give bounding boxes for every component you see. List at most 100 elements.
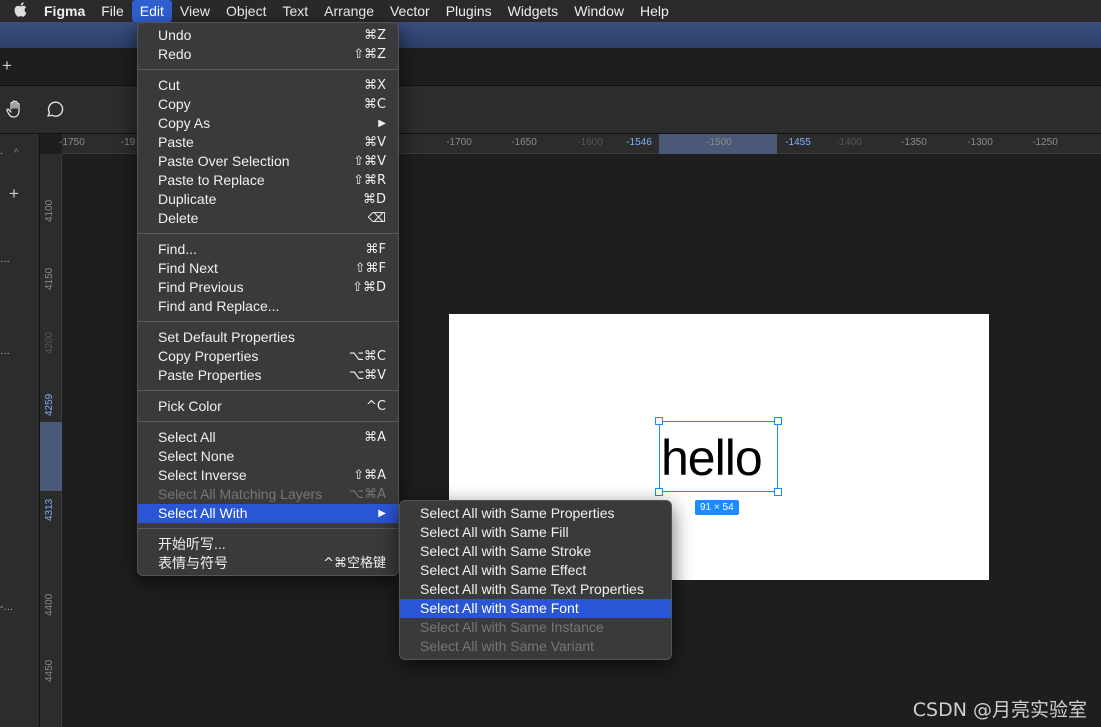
menu-item-duplicate[interactable]: Duplicate ⌘D	[138, 190, 398, 209]
menu-item-label: Redo	[158, 46, 192, 62]
menu-item-label: Select All	[158, 429, 216, 445]
resize-handle[interactable]	[774, 417, 782, 425]
submenu-item-same-text-properties[interactable]: Select All with Same Text Properties	[400, 580, 671, 599]
menu-item-pick-color[interactable]: Pick Color ^C	[138, 397, 398, 416]
menu-text[interactable]: Text	[274, 0, 316, 22]
menu-figma[interactable]: Figma	[40, 0, 93, 22]
menu-item-paste[interactable]: Paste ⌘V	[138, 133, 398, 152]
menu-object[interactable]: Object	[218, 0, 274, 22]
menu-item-label: Find...	[158, 241, 197, 257]
shortcut: ^C	[366, 399, 386, 414]
menu-item-redo[interactable]: Redo ⇧⌘Z	[138, 45, 398, 64]
shortcut: ^⌘空格键	[323, 556, 386, 571]
shortcut: ⇧⌘D	[352, 280, 386, 295]
menu-item-label: Duplicate	[158, 191, 217, 207]
menu-item-select-inverse[interactable]: Select Inverse ⇧⌘A	[138, 466, 398, 485]
menu-window[interactable]: Window	[566, 0, 632, 22]
menu-item-label: Select All With	[158, 505, 248, 521]
ruler-tick: -1500	[706, 137, 732, 148]
ellipsis-icon: …	[0, 346, 10, 357]
menu-item-copy[interactable]: Copy ⌘C	[138, 95, 398, 114]
resize-handle[interactable]	[655, 417, 663, 425]
submenu-item-same-properties[interactable]: Select All with Same Properties	[400, 504, 671, 523]
text-layer-selected[interactable]: hello	[659, 421, 778, 492]
delete-key-icon: ⌫	[367, 211, 386, 226]
menu-item-label: Find Next	[158, 260, 218, 276]
menu-file[interactable]: File	[93, 0, 132, 22]
menu-item-undo[interactable]: Undo ⌘Z	[138, 26, 398, 45]
comment-tool-icon[interactable]	[44, 98, 66, 120]
menu-item-label: 表情与符号	[158, 555, 228, 571]
add-page-plus-icon[interactable]: +	[9, 184, 19, 204]
ruler-tick: 4200	[44, 331, 55, 354]
menu-item-paste-over-selection[interactable]: Paste Over Selection ⇧⌘V	[138, 152, 398, 171]
submenu-item-same-fill[interactable]: Select All with Same Fill	[400, 523, 671, 542]
menu-item-copy-as[interactable]: Copy As ▶	[138, 114, 398, 133]
menu-item-label: Pick Color	[158, 398, 222, 414]
chevron-up-icon[interactable]: ^	[14, 148, 19, 159]
submenu-item-same-effect[interactable]: Select All with Same Effect	[400, 561, 671, 580]
apple-icon[interactable]	[0, 2, 40, 20]
size-badge: 91 × 54	[695, 500, 739, 515]
ruler-tick: 4100	[44, 199, 55, 222]
shortcut: ⇧⌘F	[354, 261, 386, 276]
menu-edit[interactable]: Edit	[131, 0, 172, 22]
ellipsis-icon: -…	[0, 602, 14, 613]
menu-item-emoji-symbols[interactable]: 表情与符号 ^⌘空格键	[138, 554, 398, 573]
menu-help[interactable]: Help	[632, 0, 677, 22]
submenu-item-same-stroke[interactable]: Select All with Same Stroke	[400, 542, 671, 561]
menu-item-set-default-properties[interactable]: Set Default Properties	[138, 328, 398, 347]
menu-item-select-all[interactable]: Select All ⌘A	[138, 428, 398, 447]
menu-widgets[interactable]: Widgets	[500, 0, 567, 22]
menu-separator	[138, 69, 398, 70]
shortcut: ⌥⌘V	[349, 368, 386, 383]
ruler-tick: -1350	[901, 137, 927, 148]
shortcut: ⌘D	[362, 192, 386, 207]
ruler-tick: 4150	[44, 267, 55, 290]
menu-item-select-none[interactable]: Select None	[138, 447, 398, 466]
menu-item-paste-to-replace[interactable]: Paste to Replace ⇧⌘R	[138, 171, 398, 190]
ruler-selection-highlight	[40, 422, 62, 491]
menu-item-find[interactable]: Find... ⌘F	[138, 240, 398, 259]
menu-view[interactable]: View	[172, 0, 218, 22]
menu-item-paste-properties[interactable]: Paste Properties ⌥⌘V	[138, 366, 398, 385]
menu-item-select-all-with[interactable]: Select All With ▶	[138, 504, 398, 523]
menu-item-label: Paste Properties	[158, 367, 262, 383]
menu-item-label: Find and Replace...	[158, 298, 280, 314]
menu-separator	[138, 233, 398, 234]
menu-item-delete[interactable]: Delete ⌫	[138, 209, 398, 228]
menu-item-label: Copy	[158, 96, 191, 112]
hand-tool-icon[interactable]	[4, 98, 26, 120]
menu-arrange[interactable]: Arrange	[316, 0, 382, 22]
menu-item-cut[interactable]: Cut ⌘X	[138, 76, 398, 95]
shortcut: ⌘V	[364, 135, 386, 150]
menu-item-label: Undo	[158, 27, 192, 43]
resize-handle[interactable]	[655, 488, 663, 496]
new-tab-plus-icon[interactable]: +	[2, 56, 12, 76]
menu-item-label: Select None	[158, 448, 235, 464]
menu-item-select-all-matching-layers: Select All Matching Layers ⌥⌘A	[138, 485, 398, 504]
submenu-item-same-font[interactable]: Select All with Same Font	[400, 599, 671, 618]
shortcut: ⌥⌘A	[349, 487, 386, 502]
ruler-tick: -1600	[577, 137, 603, 148]
menu-vector[interactable]: Vector	[382, 0, 438, 22]
menu-item-label: Select All Matching Layers	[158, 486, 323, 502]
layers-panel: · ^ + … … -…	[0, 134, 40, 727]
shortcut: ⇧⌘V	[353, 154, 386, 169]
menu-item-label: Copy As	[158, 115, 211, 131]
menu-item-find-and-replace[interactable]: Find and Replace...	[138, 297, 398, 316]
menu-item-find-previous[interactable]: Find Previous ⇧⌘D	[138, 278, 398, 297]
menu-item-find-next[interactable]: Find Next ⇧⌘F	[138, 259, 398, 278]
menu-item-copy-properties[interactable]: Copy Properties ⌥⌘C	[138, 347, 398, 366]
menu-plugins[interactable]: Plugins	[438, 0, 500, 22]
shortcut: ⇧⌘A	[353, 468, 386, 483]
shortcut: ⌘C	[363, 97, 386, 112]
ruler-tick: -1750	[59, 137, 85, 148]
resize-handle[interactable]	[774, 488, 782, 496]
watermark: CSDN @月亮实验室	[912, 699, 1087, 721]
shortcut: ⌘Z	[364, 28, 386, 43]
menu-item-start-dictation[interactable]: 开始听写...	[138, 535, 398, 554]
menu-separator	[138, 528, 398, 529]
shortcut: ⌥⌘C	[348, 349, 386, 364]
menu-item-label: 开始听写...	[158, 536, 226, 552]
